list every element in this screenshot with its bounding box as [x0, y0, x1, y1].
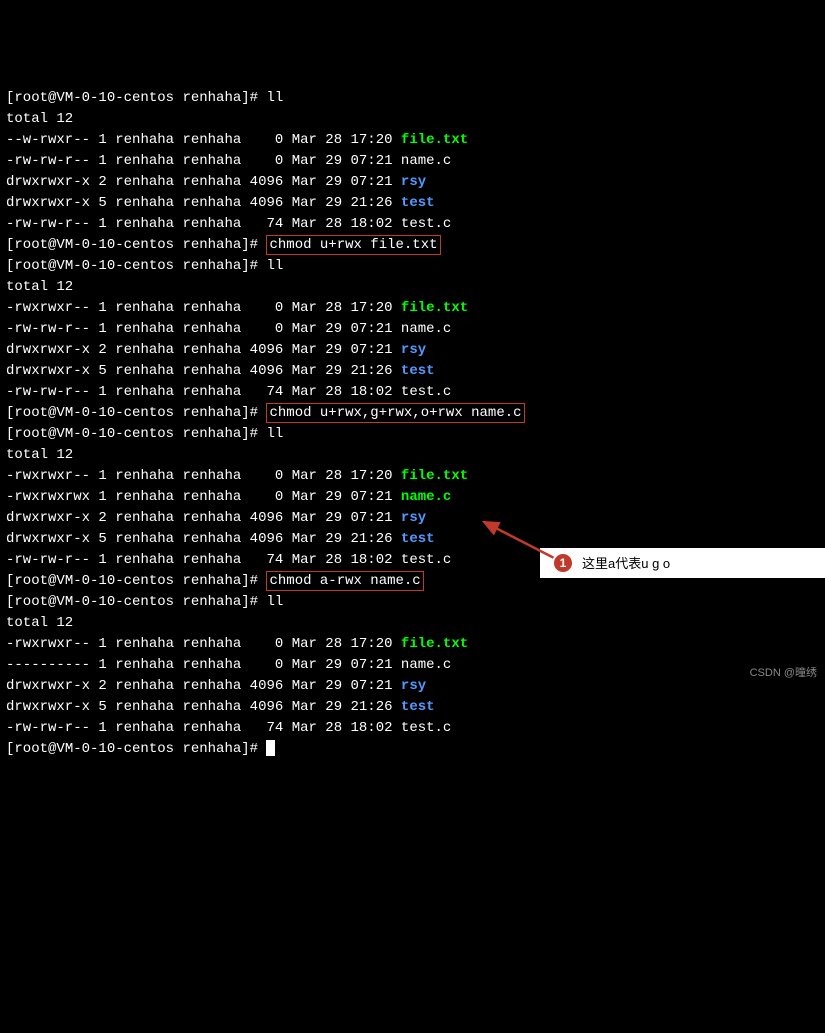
file-blue: test [401, 699, 435, 715]
ls-row: -rw-rw-r-- 1 renhaha renhaha 74 Mar 28 1… [6, 384, 451, 400]
prompt-line: [root@VM-0-10-centos renhaha]# [6, 594, 266, 610]
file-white: test.c [401, 552, 451, 568]
ls-row: -rw-rw-r-- 1 renhaha renhaha 74 Mar 28 1… [6, 552, 451, 568]
file-green: file.txt [401, 636, 468, 652]
annotation-text: 这里a代表u g o [582, 553, 670, 574]
file-green: file.txt [401, 132, 468, 148]
file-blue: test [401, 531, 435, 547]
ls-row: drwxrwxr-x 5 renhaha renhaha 4096 Mar 29… [6, 363, 435, 379]
prompt-line: [root@VM-0-10-centos renhaha]# [6, 405, 266, 421]
file-green: name.c [401, 489, 451, 505]
total-line: total 12 [6, 615, 73, 631]
file-white: name.c [401, 657, 451, 673]
file-white: test.c [401, 720, 451, 736]
command: ll [266, 594, 283, 610]
cursor[interactable] [266, 740, 275, 756]
ls-row: -rwxrwxrwx 1 renhaha renhaha 0 Mar 29 07… [6, 489, 451, 505]
prompt-line: [root@VM-0-10-centos renhaha]# [6, 90, 266, 106]
ls-row: -rw-rw-r-- 1 renhaha renhaha 74 Mar 28 1… [6, 216, 451, 232]
command: ll [266, 258, 283, 274]
prompt-line[interactable]: [root@VM-0-10-centos renhaha]# [6, 741, 266, 757]
command: ll [266, 90, 283, 106]
command: ll [266, 426, 283, 442]
annotation-number-icon: 1 [552, 552, 574, 574]
file-blue: test [401, 363, 435, 379]
prompt-line: [root@VM-0-10-centos renhaha]# [6, 426, 266, 442]
prompt-line: [root@VM-0-10-centos renhaha]# [6, 258, 266, 274]
total-line: total 12 [6, 111, 73, 127]
file-green: file.txt [401, 468, 468, 484]
ls-row: drwxrwxr-x 5 renhaha renhaha 4096 Mar 29… [6, 195, 435, 211]
ls-row: -rwxrwxr-- 1 renhaha renhaha 0 Mar 28 17… [6, 636, 468, 652]
file-blue: rsy [401, 678, 426, 694]
ls-row: drwxrwxr-x 2 renhaha renhaha 4096 Mar 29… [6, 510, 426, 526]
annotation: 1 这里a代表u g o [552, 552, 670, 574]
ls-row: --w-rwxr-- 1 renhaha renhaha 0 Mar 28 17… [6, 132, 468, 148]
ls-row: -rw-rw-r-- 1 renhaha renhaha 74 Mar 28 1… [6, 720, 451, 736]
file-blue: rsy [401, 342, 426, 358]
watermark: CSDN @曈绣 [750, 663, 817, 684]
file-blue: rsy [401, 510, 426, 526]
total-line: total 12 [6, 447, 73, 463]
file-white: name.c [401, 321, 451, 337]
ls-row: -rwxrwxr-- 1 renhaha renhaha 0 Mar 28 17… [6, 300, 468, 316]
prompt-line: [root@VM-0-10-centos renhaha]# [6, 573, 266, 589]
ls-row: drwxrwxr-x 2 renhaha renhaha 4096 Mar 29… [6, 174, 426, 190]
ls-row: drwxrwxr-x 2 renhaha renhaha 4096 Mar 29… [6, 342, 426, 358]
ls-row: -rw-rw-r-- 1 renhaha renhaha 0 Mar 29 07… [6, 153, 451, 169]
ls-row: drwxrwxr-x 2 renhaha renhaha 4096 Mar 29… [6, 678, 426, 694]
file-blue: test [401, 195, 435, 211]
ls-row: -rw-rw-r-- 1 renhaha renhaha 0 Mar 29 07… [6, 321, 451, 337]
file-white: test.c [401, 384, 451, 400]
total-line: total 12 [6, 279, 73, 295]
ls-row: drwxrwxr-x 5 renhaha renhaha 4096 Mar 29… [6, 531, 435, 547]
ls-row: ---------- 1 renhaha renhaha 0 Mar 29 07… [6, 657, 451, 673]
highlighted-command: chmod a-rwx name.c [266, 571, 423, 591]
highlighted-command: chmod u+rwx,g+rwx,o+rwx name.c [266, 403, 524, 423]
file-green: file.txt [401, 300, 468, 316]
ls-row: -rwxrwxr-- 1 renhaha renhaha 0 Mar 28 17… [6, 468, 468, 484]
file-blue: rsy [401, 174, 426, 190]
file-white: test.c [401, 216, 451, 232]
prompt-line: [root@VM-0-10-centos renhaha]# [6, 237, 266, 253]
highlighted-command: chmod u+rwx file.txt [266, 235, 440, 255]
file-white: name.c [401, 153, 451, 169]
terminal-output: [root@VM-0-10-centos renhaha]# ll total … [6, 88, 819, 760]
ls-row: drwxrwxr-x 5 renhaha renhaha 4096 Mar 29… [6, 699, 435, 715]
